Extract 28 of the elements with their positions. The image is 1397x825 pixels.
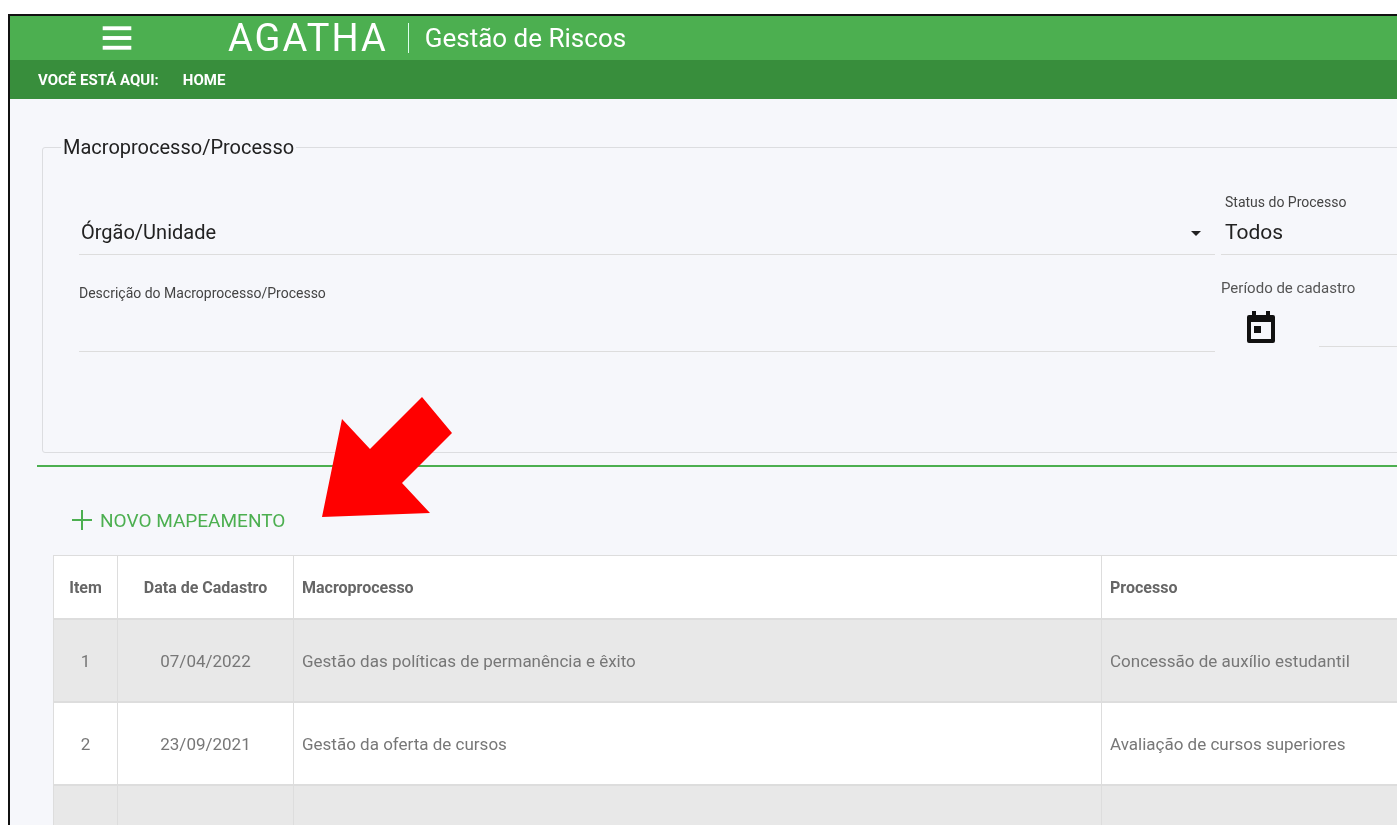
breadcrumb-label: VOCÊ ESTÁ AQUI: <box>38 70 159 89</box>
table-cell: 23/09/2021 <box>118 703 294 784</box>
table-row[interactable]: 1 07/04/2022 Gestão das políticas de permanência e êxito Concessão de auxílio estudantil <box>54 620 1397 703</box>
panel-legend: Macroprocesso/Processo <box>61 135 297 159</box>
field-label: Período de cadastro <box>1221 279 1357 297</box>
table-cell: 2 <box>54 703 118 784</box>
plus-icon <box>72 510 92 530</box>
unit-select[interactable]: Órgão/Unidade <box>79 183 1215 255</box>
table-cell: 1 <box>54 620 118 701</box>
column-header: Macroprocesso <box>294 556 1102 618</box>
table-cell: Gestão da oferta de cursos <box>294 703 1102 784</box>
field-label: Descrição do Macroprocesso/Processo <box>79 285 327 301</box>
app-subtitle: Gestão de Riscos <box>424 23 627 53</box>
app-logo: AGATHA <box>228 17 388 59</box>
table-cell: Concessão de auxílio estudantil <box>1102 620 1397 701</box>
menu-icon[interactable] <box>100 25 134 51</box>
column-header: Processo <box>1102 556 1397 618</box>
table-cell: 07/04/2022 <box>118 620 294 701</box>
caret-icon <box>1191 231 1201 236</box>
column-header: Data de Cadastro <box>118 556 294 618</box>
new-mapping-button[interactable]: NOVO MAPEAMENTO <box>68 505 290 535</box>
breadcrumb-link[interactable]: HOME <box>182 70 226 89</box>
column-header: Item <box>54 556 118 618</box>
calendar-icon[interactable] <box>1247 311 1275 343</box>
table-cell: Gestão das políticas de permanência e êxito <box>294 620 1102 701</box>
table-cell: Avaliação de cursos superiores <box>1102 703 1397 784</box>
table-row[interactable]: 2 23/09/2021 Gestão da oferta de cursos Avaliação de cursos superiores <box>54 703 1397 786</box>
status-select[interactable]: Status do Processo Todos <box>1221 183 1397 255</box>
